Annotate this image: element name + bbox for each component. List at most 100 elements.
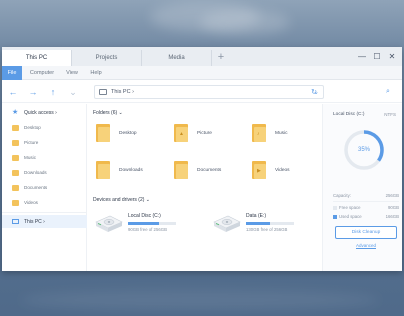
add-tab-button[interactable]: + <box>214 50 228 64</box>
drive-usage-fill <box>246 222 270 225</box>
folder-music[interactable]: ♪ Music <box>252 124 288 142</box>
drive-usage-bar <box>246 222 294 225</box>
folder-icon <box>12 124 19 131</box>
minimize-button[interactable]: — <box>357 51 367 61</box>
sidebar-item-picture[interactable]: Picture <box>2 136 87 149</box>
folder-videos[interactable]: ▶ Videos <box>252 161 290 179</box>
computer-icon <box>12 219 19 224</box>
stat-used-space: Used space 166GB <box>333 213 399 220</box>
music-folder-icon: ♪ <box>252 124 266 142</box>
file-explorer-window: This PC Projects Media + — ☐ ✕ File Comp… <box>2 47 402 271</box>
hard-drive-icon <box>95 215 123 232</box>
folder-icon <box>12 169 19 176</box>
folder-icon <box>96 161 110 179</box>
tab-projects[interactable]: Projects <box>72 50 142 66</box>
computer-icon <box>99 89 107 95</box>
drive-free-text: 90GB free of 256GB <box>128 227 167 232</box>
sidebar-quick-access[interactable]: ★ Quick access › <box>2 106 87 119</box>
divider <box>333 201 399 202</box>
background-cloud <box>200 10 290 35</box>
stat-value: 256GB <box>385 193 399 198</box>
menu-computer[interactable]: Computer <box>26 66 58 80</box>
picture-folder-icon: ▲ <box>174 124 188 142</box>
drive-e[interactable]: Data (E:) 130GB free of 256GB <box>212 212 322 238</box>
folders-section-title[interactable]: Folders (6) ⌄ <box>93 110 123 116</box>
folder-downloads[interactable]: Downloads <box>96 161 143 179</box>
stat-value: 166GB <box>385 214 399 219</box>
sidebar-item-downloads[interactable]: Downloads <box>2 166 87 179</box>
used-space-swatch <box>333 214 337 219</box>
divider <box>2 212 87 213</box>
folder-label: Videos <box>275 167 290 173</box>
menu-file[interactable]: File <box>2 66 22 80</box>
folder-icon <box>96 124 110 142</box>
tab-bar: This PC Projects Media + — ☐ ✕ <box>2 47 402 66</box>
folder-icon <box>174 161 188 179</box>
stat-label: Capacity: <box>333 193 351 198</box>
address-bar[interactable]: This PC › ⌄ <box>94 85 324 99</box>
panel-filesystem: NTFS <box>384 112 396 117</box>
refresh-icon[interactable]: ↻ <box>308 85 320 99</box>
stat-label-text: Free space <box>339 205 361 210</box>
main-content: Folders (6) ⌄ Desktop ▲ Picture ♪ Music … <box>88 104 320 271</box>
folder-label: Music <box>275 130 288 136</box>
back-arrow-icon[interactable]: ← <box>6 85 20 99</box>
drive-usage-fill <box>128 222 160 225</box>
folder-icon <box>12 139 19 146</box>
usage-percent-label: 35% <box>357 147 370 153</box>
folder-icon <box>12 154 19 161</box>
drive-c[interactable]: Local Disc (C:) 90GB free of 256GB <box>94 212 204 238</box>
folder-label: Desktop <box>119 130 137 136</box>
folder-picture[interactable]: ▲ Picture <box>174 124 212 142</box>
navigation-bar: ← → ↑ ⌄ This PC › ⌄ ↻ ⌕ <box>2 81 402 103</box>
sidebar-item-this-pc[interactable]: This PC › <box>2 215 87 228</box>
menu-bar: File Computer View Help <box>2 66 402 80</box>
drives-section-title[interactable]: Devices and drivers (2) ⌄ <box>93 197 150 203</box>
sidebar-item-label: Downloads <box>24 170 47 175</box>
sidebar-item-label: Videos <box>24 200 38 205</box>
stat-label-text: Used space <box>339 214 362 219</box>
stat-value: 90GB <box>388 205 399 210</box>
folder-label: Downloads <box>119 167 143 173</box>
stat-capacity-row: Capacity: 256GB <box>333 192 399 199</box>
sidebar-item-label: Quick access › <box>24 109 57 116</box>
folder-icon <box>12 199 19 206</box>
stat-label: Used space <box>333 214 362 219</box>
sidebar-item-label: This PC › <box>24 218 45 225</box>
forward-arrow-icon[interactable]: → <box>26 85 40 99</box>
search-icon[interactable]: ⌕ <box>382 85 394 99</box>
details-panel: Local Disc (C:) NTFS 35% Capacity: 256GB… <box>322 104 402 271</box>
sidebar: ★ Quick access › Desktop Picture Music D… <box>2 104 87 271</box>
drive-label: Local Disc (C:) <box>128 213 161 219</box>
star-icon: ★ <box>12 109 19 116</box>
stat-free-space: Free space 90GB <box>333 204 399 211</box>
sidebar-item-music[interactable]: Music <box>2 151 87 164</box>
panel-drive-title: Local Disc (C:) <box>333 112 365 117</box>
folder-documents[interactable]: Documents <box>174 161 221 179</box>
maximize-button[interactable]: ☐ <box>372 51 382 61</box>
close-button[interactable]: ✕ <box>387 51 397 61</box>
menu-view[interactable]: View <box>62 66 82 80</box>
hard-drive-icon <box>213 215 241 232</box>
folder-label: Documents <box>197 167 222 173</box>
history-dropdown-icon[interactable]: ⌄ <box>66 85 80 99</box>
video-folder-icon: ▶ <box>252 161 266 179</box>
free-space-swatch <box>333 205 337 210</box>
sidebar-item-label: Desktop <box>24 125 41 130</box>
drive-usage-bar <box>128 222 176 225</box>
tab-this-pc[interactable]: This PC <box>2 50 72 66</box>
folder-desktop[interactable]: Desktop <box>96 124 137 142</box>
folder-label: Picture <box>197 130 212 136</box>
up-arrow-icon[interactable]: ↑ <box>46 85 60 99</box>
sidebar-item-videos[interactable]: Videos <box>2 196 87 209</box>
drive-label: Data (E:) <box>246 213 267 219</box>
disk-cleanup-button[interactable]: Disk Cleanup <box>335 226 397 239</box>
menu-help[interactable]: Help <box>86 66 106 80</box>
advanced-link[interactable]: Advanced <box>335 243 397 248</box>
sidebar-item-documents[interactable]: Documents <box>2 181 87 194</box>
address-path: This PC › <box>111 89 134 95</box>
folder-icon <box>12 184 19 191</box>
background-cloud <box>20 290 380 310</box>
tab-media[interactable]: Media <box>142 50 212 66</box>
sidebar-item-desktop[interactable]: Desktop <box>2 121 87 134</box>
